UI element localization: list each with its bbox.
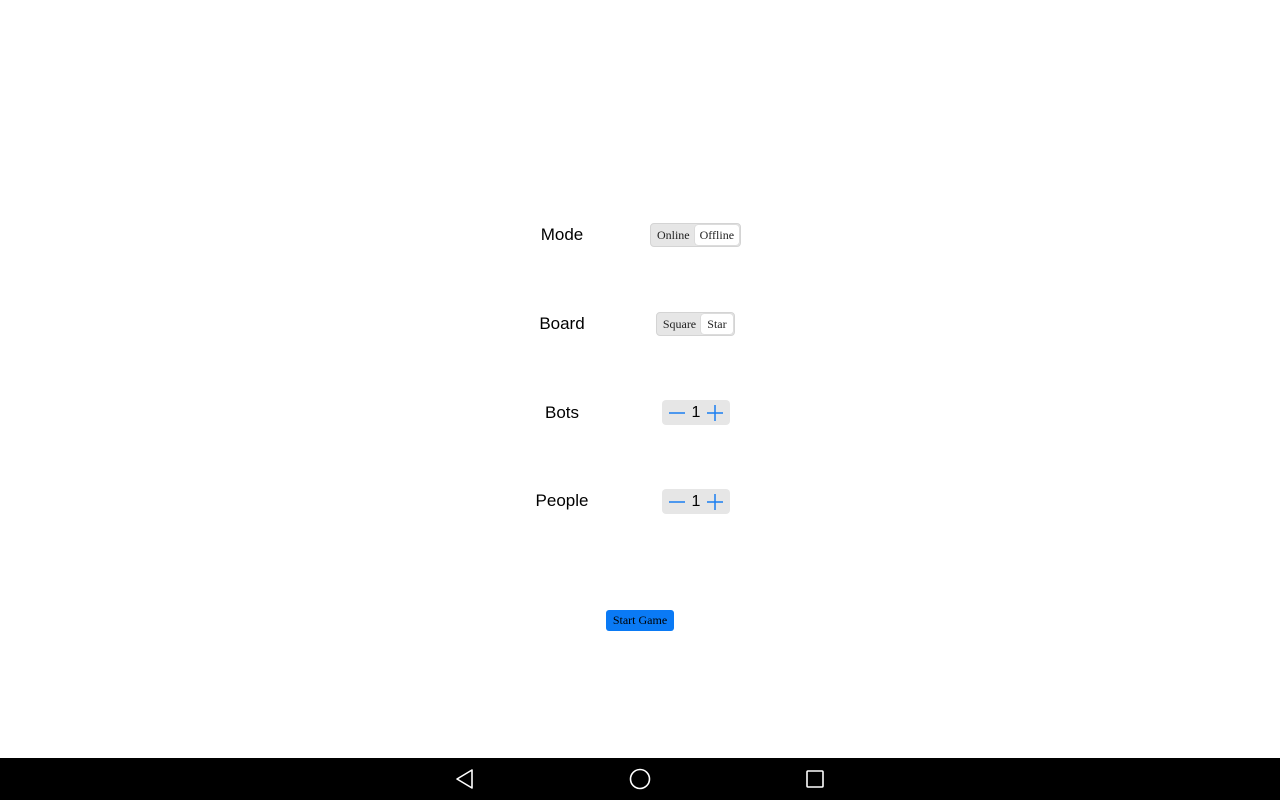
system-nav-bar	[0, 758, 1280, 800]
board-segmented-control: Square Star	[656, 312, 735, 336]
home-button[interactable]	[628, 767, 652, 791]
bots-value: 1	[691, 403, 701, 421]
bots-label: Bots	[544, 403, 580, 422]
board-option-square[interactable]: Square	[658, 314, 701, 334]
plus-icon	[707, 404, 723, 421]
back-triangle-icon	[456, 769, 473, 789]
game-setup-screen: Mode Online Offline Board Square Star Bo…	[0, 0, 1280, 800]
bots-increment-button[interactable]	[706, 404, 724, 422]
minus-icon	[669, 411, 685, 414]
recents-square-icon	[806, 770, 824, 788]
people-label: People	[535, 491, 589, 510]
recents-button[interactable]	[803, 767, 827, 791]
people-stepper: 1	[662, 489, 730, 514]
people-increment-button[interactable]	[706, 493, 724, 511]
bots-decrement-button[interactable]	[668, 404, 686, 422]
start-game-button[interactable]: Start Game	[606, 610, 674, 631]
people-decrement-button[interactable]	[668, 493, 686, 511]
board-label: Board	[539, 314, 585, 333]
back-button[interactable]	[453, 767, 477, 791]
people-value: 1	[691, 492, 701, 510]
minus-icon	[669, 500, 685, 503]
mode-option-offline[interactable]: Offline	[694, 225, 739, 245]
mode-option-online[interactable]: Online	[652, 225, 695, 245]
mode-segmented-control: Online Offline	[650, 223, 741, 247]
mode-label: Mode	[540, 225, 584, 244]
bots-stepper: 1	[662, 400, 730, 425]
board-option-star[interactable]: Star	[700, 314, 733, 334]
home-circle-icon	[629, 768, 651, 790]
plus-icon	[707, 493, 723, 510]
